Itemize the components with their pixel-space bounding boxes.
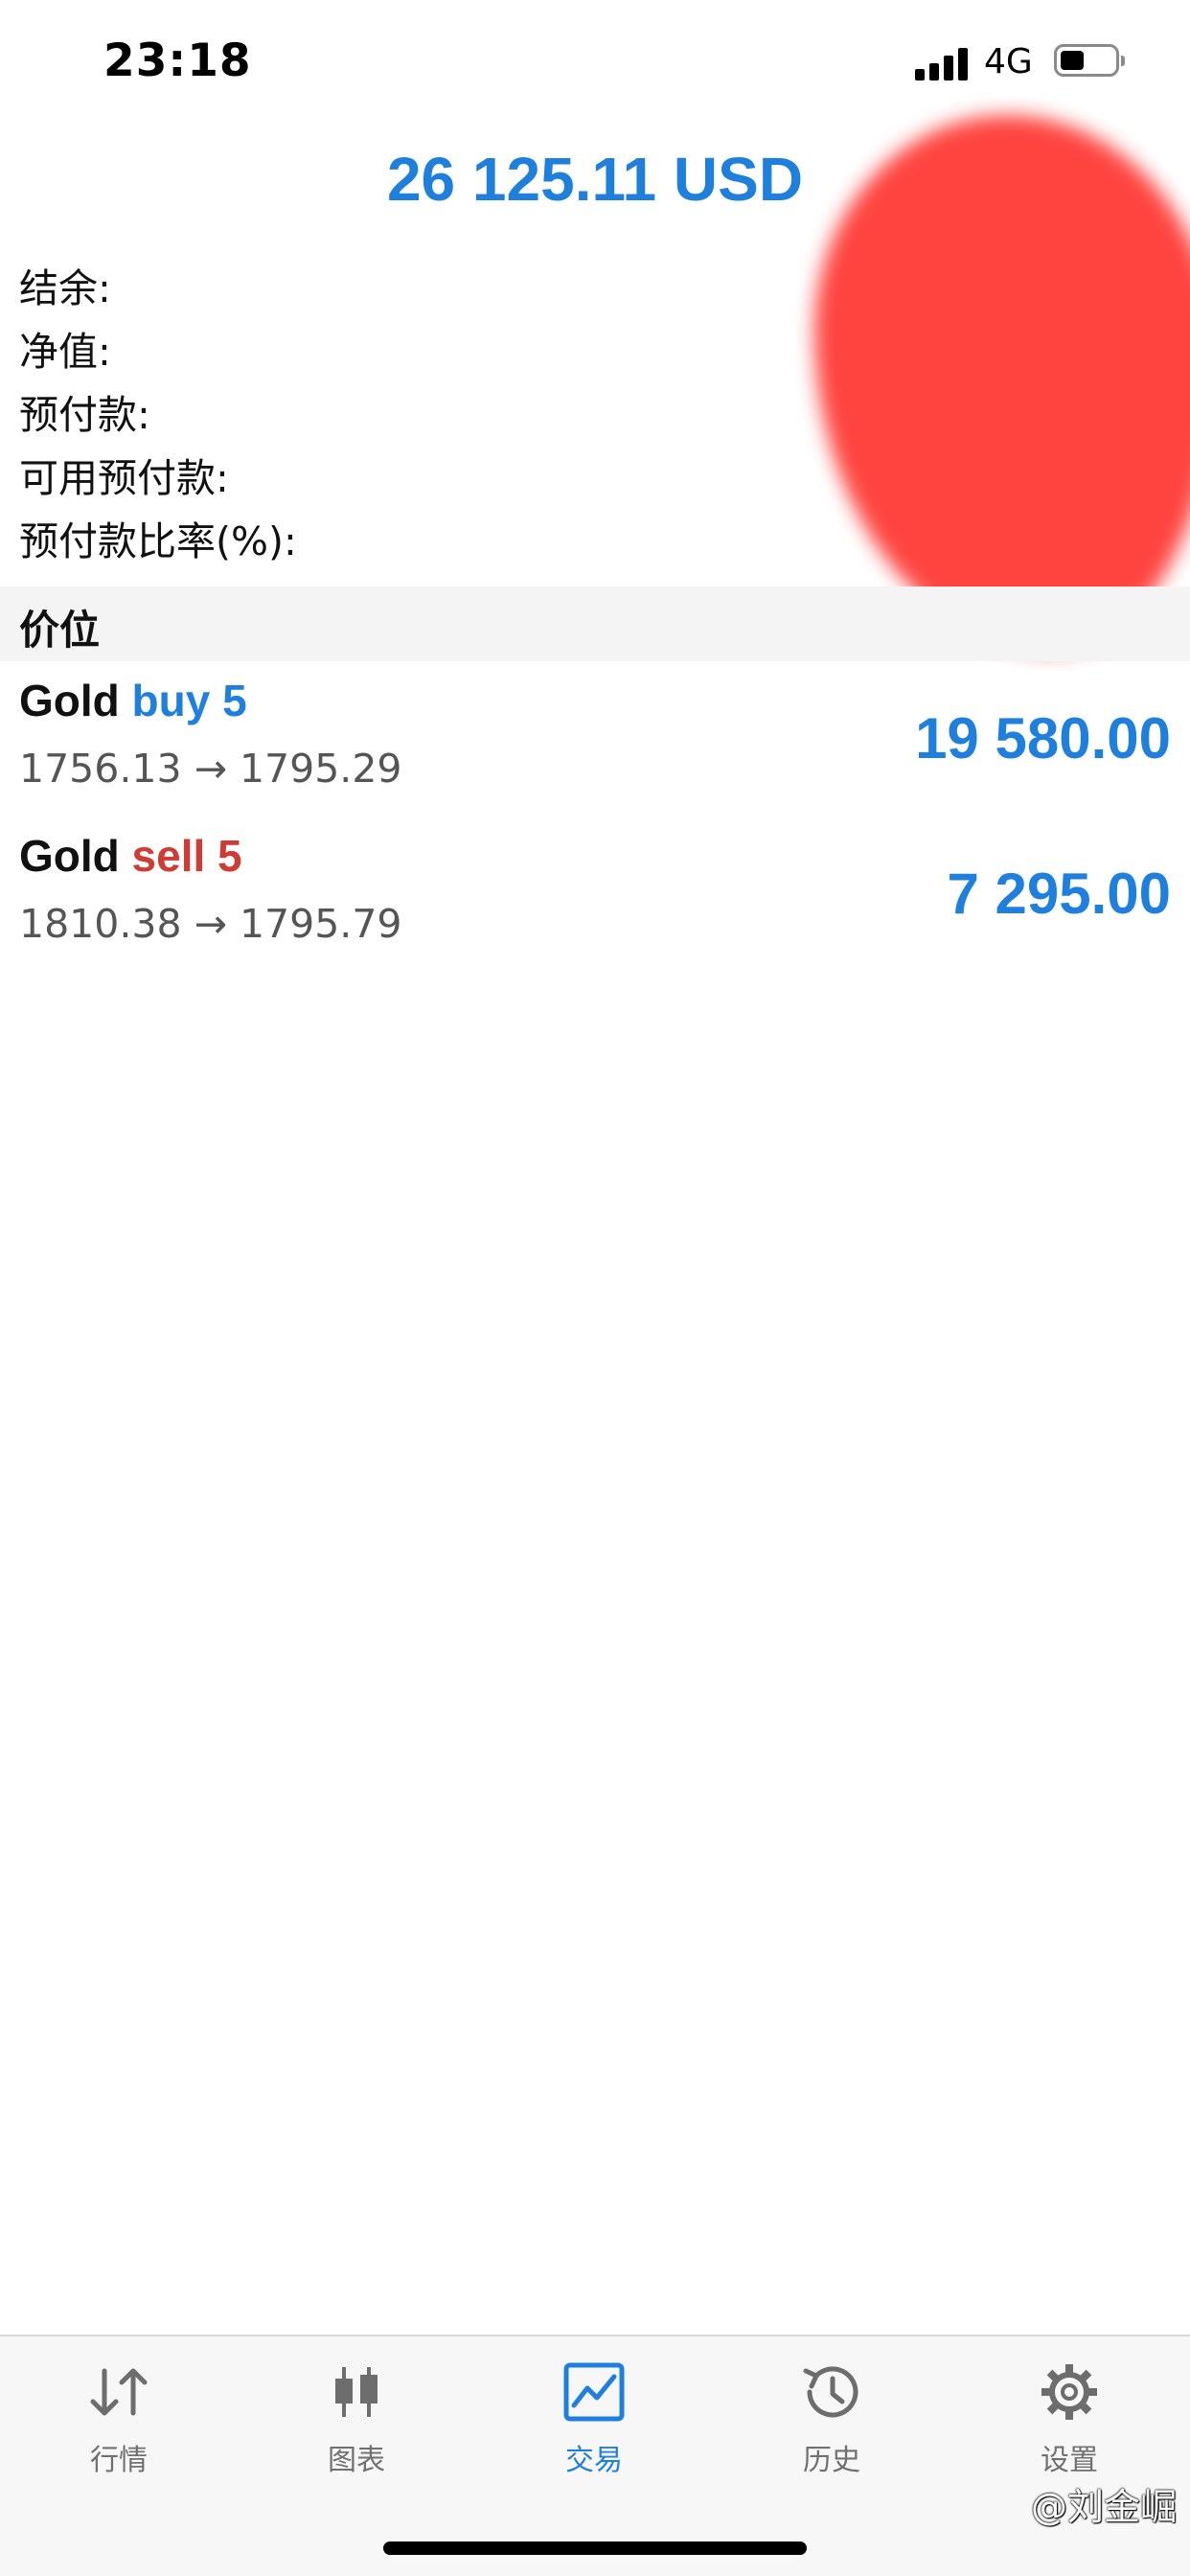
tab-settings[interactable]: 设置: [950, 2361, 1188, 2496]
candlestick-icon: [335, 2367, 378, 2417]
tab-history[interactable]: 历史: [713, 2361, 950, 2496]
tab-quotes[interactable]: 行情: [0, 2361, 238, 2496]
gear-icon: [1041, 2364, 1097, 2420]
history-clock-icon: [803, 2366, 858, 2418]
position-prices: 1756.13 → 1795.29: [19, 746, 402, 792]
tab-charts[interactable]: 图表: [238, 2361, 475, 2496]
status-time: 23:18: [103, 34, 252, 87]
signal-strength-icon: [915, 46, 971, 80]
position-side: buy 5: [131, 676, 247, 725]
tab-label: 行情: [90, 2444, 148, 2477]
tab-label: 图表: [328, 2444, 385, 2477]
battery-icon: [1054, 44, 1125, 77]
position-title: Gold buy 5: [19, 675, 247, 726]
positions-section-header: 价位: [0, 586, 1190, 661]
tab-label: 交易: [565, 2444, 623, 2477]
position-prices: 1810.38 → 1795.79: [19, 901, 402, 947]
tab-label: 历史: [803, 2444, 860, 2477]
tab-trade[interactable]: 交易: [475, 2361, 713, 2496]
bottom-tab-bar: 行情 图表 交易 历史 设置 @刘金崛: [0, 2334, 1190, 2576]
section-title: 价位: [19, 607, 101, 654]
summary-label: 结余:: [19, 265, 111, 311]
position-profit: 7 295.00: [947, 862, 1171, 926]
summary-label: 净值:: [19, 329, 111, 375]
position-profit: 19 580.00: [915, 706, 1171, 770]
position-side: sell 5: [131, 831, 242, 881]
arrows-up-down-icon: [90, 2368, 148, 2416]
summary-label: 预付款比率(%):: [19, 518, 297, 564]
summary-label: 可用预付款:: [19, 455, 229, 501]
trade-chart-icon: [563, 2362, 625, 2422]
position-row[interactable]: Gold buy 5 1756.13 → 1795.29 19 580.00: [0, 671, 1190, 826]
watermark: @刘金崛: [1030, 2486, 1177, 2528]
summary-label: 预付款:: [19, 392, 150, 438]
status-bar: 23:18 4G: [0, 0, 1190, 125]
tab-label: 设置: [1041, 2444, 1098, 2477]
position-symbol: Gold: [19, 831, 120, 881]
home-indicator[interactable]: [383, 2542, 807, 2555]
position-symbol: Gold: [19, 676, 120, 725]
network-type: 4G: [984, 42, 1033, 81]
position-row[interactable]: Gold sell 5 1810.38 → 1795.79 7 295.00: [0, 826, 1190, 981]
position-title: Gold sell 5: [19, 830, 242, 882]
